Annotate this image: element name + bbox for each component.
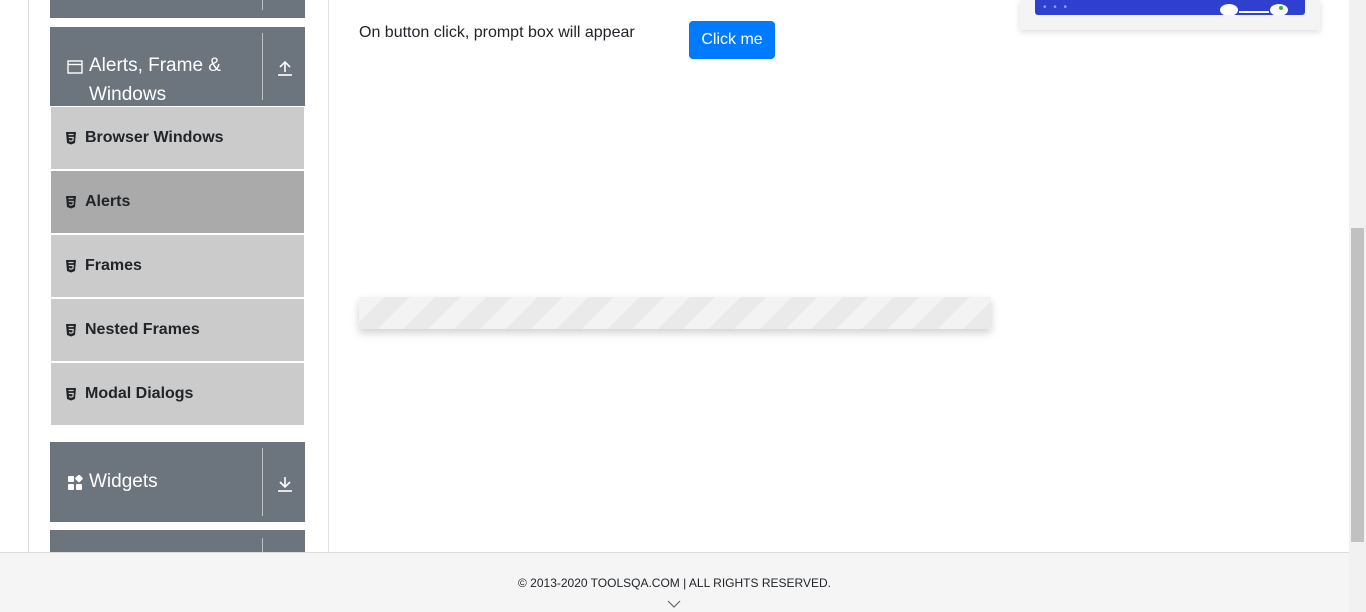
group-title-line2: Windows: [89, 84, 167, 105]
ad-banner[interactable]: [359, 297, 991, 329]
html5-icon: [66, 196, 76, 209]
arrow-down-icon[interactable]: [275, 474, 295, 494]
sidebar-item-label: Browser Windows: [85, 129, 224, 146]
html5-icon: [66, 388, 76, 401]
sidebar-group-next[interactable]: [50, 530, 305, 552]
group-title-line1: Alerts, Frame &: [89, 55, 221, 76]
sidebar-item-browser-windows[interactable]: Browser Windows: [51, 107, 304, 169]
group-separator: [262, 0, 263, 10]
sidebar-group-previous[interactable]: [50, 0, 305, 18]
ad-card[interactable]: • • •: [1020, 0, 1320, 30]
chevron-down-icon[interactable]: [666, 599, 682, 609]
html5-icon: [66, 260, 76, 273]
sidebar-group-widgets[interactable]: Widgets: [50, 442, 305, 522]
sidebar-item-nested-frames[interactable]: Nested Frames: [51, 299, 304, 361]
sidebar-left-border: [28, 0, 29, 552]
html5-icon: [66, 132, 76, 145]
sidebar-item-label: Nested Frames: [85, 321, 200, 338]
prompt-description: On button click, prompt box will appear: [359, 24, 635, 41]
sidebar-item-label: Alerts: [85, 193, 131, 210]
group-separator: [262, 33, 263, 100]
footer-copyright: © 2013-2020 TOOLSQA.COM | ALL RIGHTS RES…: [518, 576, 831, 590]
sidebar-item-label: Frames: [85, 257, 142, 274]
prompt-button[interactable]: Click me: [689, 21, 775, 59]
sidebar-group-alerts-frame-windows[interactable]: Alerts, Frame & Windows: [50, 27, 305, 106]
ad-card-image: • • •: [1035, 0, 1305, 15]
html5-icon: [66, 324, 76, 337]
sidebar-group-title: Alerts, Frame & Windows: [89, 51, 221, 109]
sidebar-group-title: Widgets: [89, 471, 158, 492]
sidebar-item-alerts[interactable]: Alerts: [51, 171, 304, 233]
scrollbar-thumb[interactable]: [1351, 228, 1364, 542]
cartoon-illustration: [1220, 4, 1288, 15]
decorative-dots: • • •: [1043, 2, 1070, 13]
window-icon: [67, 60, 83, 74]
group-separator: [262, 448, 263, 516]
page-footer: © 2013-2020 TOOLSQA.COM | ALL RIGHTS RES…: [0, 552, 1349, 612]
arrow-up-icon[interactable]: [275, 58, 295, 78]
sidebar-item-modal-dialogs[interactable]: Modal Dialogs: [51, 363, 304, 425]
sidebar-right-border: [328, 0, 329, 552]
sidebar-item-frames[interactable]: Frames: [51, 235, 304, 297]
group-separator: [262, 538, 263, 552]
widgets-icon: [68, 475, 83, 490]
sidebar-item-label: Modal Dialogs: [85, 385, 194, 402]
